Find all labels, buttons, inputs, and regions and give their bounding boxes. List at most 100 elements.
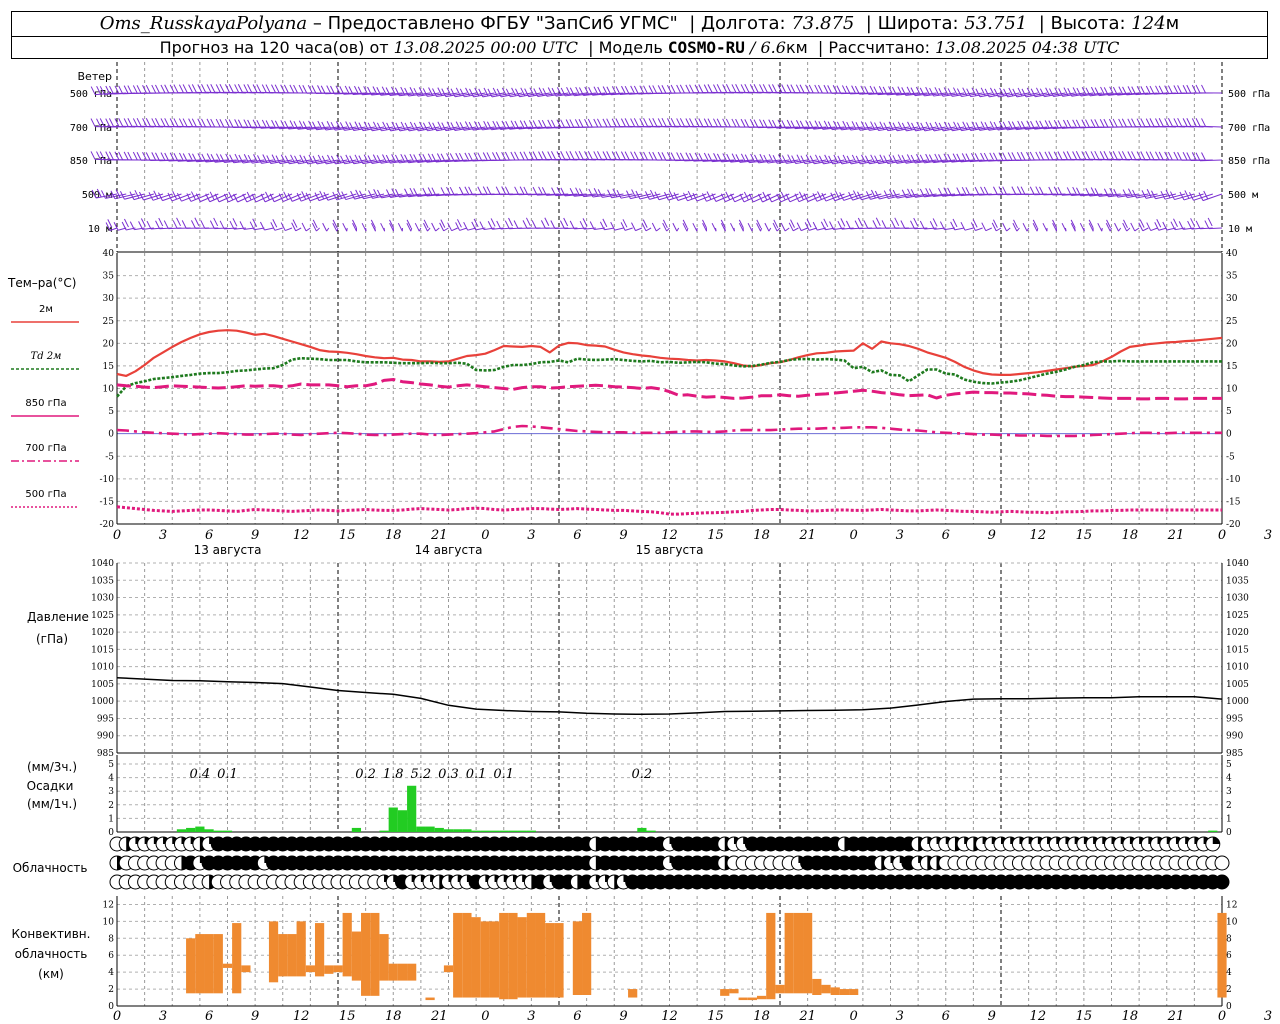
wind-barb-feather [1108,118,1114,128]
wind-barb-feather [151,84,157,94]
wind-barb-feather [155,84,160,94]
wind-barb-feather [320,85,326,94]
wind-barb [291,219,302,232]
wind-barb-feather [894,217,900,227]
precip-ytick-label-right: 4 [1226,774,1232,784]
wind-barb-feather [1201,84,1206,94]
wind-barb [631,222,643,232]
wind-barb-feather [163,220,169,229]
wind-barb-feather [854,220,860,229]
wind-barb-feather [178,84,184,93]
wind-barb-feather [633,85,639,95]
wind-barb-feather [127,118,133,127]
wind-barb [1042,222,1048,232]
pressure-ytick-label-right: 1040 [1226,559,1249,569]
temp-legend-label: 700 гПа [25,443,66,454]
time-hour-label-bottom: 21 [1167,1009,1185,1024]
wind-barb-feather [569,220,575,230]
conv-bar [471,917,481,998]
wind-barb-feather [155,220,160,230]
time-hour-label-bottom: 21 [430,1009,448,1024]
wind-barb-feather [1201,118,1206,127]
wind-barb-feather [272,219,278,228]
wind-barb [569,220,587,230]
wind-barb-feather [1035,151,1041,161]
pressure-ytick-label: 1015 [91,645,114,655]
wind-barb-feather [633,118,639,127]
conv-ytick-label-right: 4 [1226,968,1232,978]
wind-barb-shaft [656,227,661,232]
conv-bar [849,989,859,995]
wind-barb-feather [118,85,124,95]
temp-ytick-label: -10 [100,475,115,485]
wind-barb-feather [495,152,501,161]
wind-barb-feather [1182,151,1188,161]
time-hour-label: 3 [896,528,904,543]
wind-barb-feather [1085,151,1090,160]
wind-barb-feather [749,84,755,93]
conv-ytick-label-right: 10 [1226,917,1238,927]
pressure-ytick-label: 990 [97,732,114,742]
time-hour-label-bottom: 9 [251,1009,259,1024]
wind-barb-feather [768,84,774,93]
wind-barb-feather [1066,119,1072,129]
wind-barb-feather [311,85,317,94]
conv-bar [517,917,527,998]
wind-level-label-right: 10 м [1228,224,1252,235]
pressure-ytick-label: 1020 [91,628,114,638]
wind-barb [1022,222,1030,232]
wind-barb-feather [707,118,713,127]
wind-barb-feather [648,85,654,94]
time-hour-label-bottom: 0 [850,1009,858,1024]
wind-barb-feather [663,191,669,201]
wind-barb-feather [597,118,602,128]
time-hour-label-bottom: 0 [113,1009,121,1024]
wind-barb-feather [1103,150,1109,160]
precip-total-label: 0.4 [190,767,211,782]
wind-barb-feather [716,118,722,127]
time-hour-label-bottom: 0 [1218,1009,1226,1024]
wind-barb [788,219,799,232]
precip-bar [526,830,536,832]
wind-barb-feather [322,222,328,232]
wind-barb-feather [673,192,679,201]
precip-bar [407,785,417,832]
wind-barb-feather [1105,222,1111,232]
time-hour-label: 12 [293,528,310,543]
wind-barb-feather [1207,217,1213,227]
wind-barb-feather [768,119,774,128]
wind-barb-feather [835,190,840,200]
conv-bar [361,912,371,996]
wind-barb-feather [795,84,801,93]
time-hour-label-bottom: 9 [988,1009,996,1024]
wind-barb-feather [692,222,698,232]
wind-barb-feather [219,83,225,93]
wind-barb-feather [890,220,896,229]
wind-barb [662,219,670,232]
wind-barb-feather [1177,117,1183,127]
conv-bar [839,989,850,995]
wind-barb-shaft [792,227,799,232]
wind-barb-feather [759,84,764,93]
conv-bar [305,965,315,973]
wind-barb-feather [698,84,704,93]
precip-total-label: 0.2 [355,767,376,782]
wind-barb-feather [689,84,694,93]
wind-barb-feather [261,84,267,93]
wind-barb-feather [301,191,307,200]
wind-barb-feather [781,84,787,93]
time-hour-label: 6 [942,528,950,543]
precip-bar [213,830,223,832]
time-hour-label-bottom: 6 [205,1009,213,1024]
pressure-ytick-label-right: 1030 [1226,594,1249,604]
wind-barb-feather [799,84,805,93]
wind-barb-feather [301,222,307,232]
conv-ytick-label-right: 12 [1226,900,1237,910]
wind-barb-feather [1081,119,1087,128]
precip-bar [443,829,454,832]
wind-barb-feather [1173,85,1179,94]
time-hour-label: 0 [481,528,489,543]
wind-barb-feather [735,83,741,93]
wind-barb-feather [519,186,525,195]
wind-barb-feather [215,118,221,128]
